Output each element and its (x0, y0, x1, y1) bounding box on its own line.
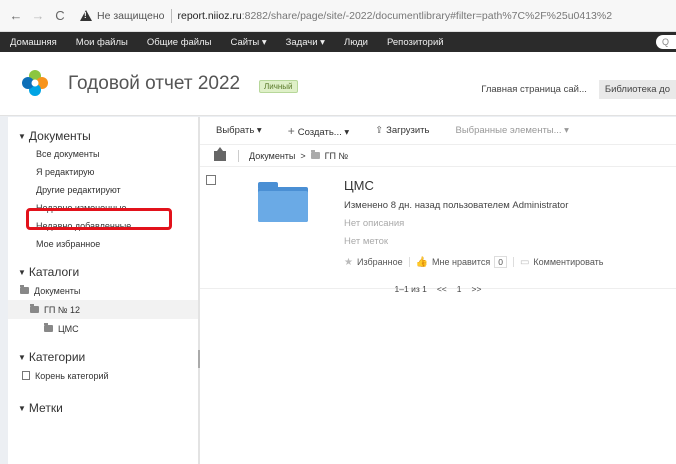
site-navigation: Главная страница сай... Библиотека до (481, 80, 676, 99)
item-modified-info: Изменено 8 дн. назад пользователем Admin… (344, 200, 569, 211)
highlight-box (26, 208, 172, 230)
menu-shared-files[interactable]: Общие файлы (147, 37, 212, 48)
toolbar: Выбрать ▾ + Создать... ▾ ⇪ Загрузить Выбра… (200, 117, 676, 145)
breadcrumb: Документы > ГП № (200, 145, 676, 167)
folder-icon[interactable] (258, 182, 308, 222)
tags-section-header[interactable]: ▼ Метки (18, 401, 198, 415)
catalogs-section-header[interactable]: ▼ Каталоги (18, 265, 198, 279)
item-actions: ★ Избранное 👍 Мне нравится 0 ▭ Комментироват… (344, 256, 603, 268)
item-tags: Нет меток (344, 236, 389, 247)
list-item: ЦМС Изменено 8 дн. назад пользователем A… (200, 167, 676, 289)
category-icon (22, 371, 30, 380)
menu-people[interactable]: Люди (344, 37, 368, 48)
documents-section-header[interactable]: ▼ Документы (18, 129, 198, 143)
category-root[interactable]: Корень категорий (8, 366, 198, 385)
plus-icon: + (287, 123, 295, 138)
filter-favorites[interactable]: Мое избранное (8, 235, 198, 253)
tree-item-gp12[interactable]: ГП № 12 (8, 300, 198, 319)
pagination-range: 1–1 из 1 (394, 284, 427, 294)
menu-home[interactable]: Домашняя (10, 37, 57, 48)
security-text: Не защищено (97, 9, 165, 22)
collapse-icon: ▼ (18, 132, 26, 141)
warning-icon (80, 10, 92, 21)
action-divider (408, 257, 410, 267)
like-count: 0 (494, 256, 507, 268)
folder-icon (20, 285, 29, 294)
document-list-panel: Выбрать ▾ + Создать... ▾ ⇪ Загрузить Выбра… (200, 117, 676, 464)
breadcrumb-current[interactable]: ГП № (325, 151, 349, 161)
item-description: Нет описания (344, 218, 405, 229)
menu-repository[interactable]: Репозиторий (387, 37, 444, 48)
item-checkbox[interactable] (206, 175, 216, 185)
tree-item-documents[interactable]: Документы (8, 281, 198, 300)
site-header: Годовой отчет 2022 Личный Главная страни… (0, 52, 676, 116)
pagination-next[interactable]: >> (472, 284, 482, 294)
sidebar: ▼ Документы Все документы Я редактирую Др… (8, 117, 198, 464)
browser-bar: ← → C Не защищено report.niioz.ru:8282/s… (0, 0, 676, 32)
menu-tasks[interactable]: Задачи ▾ (286, 37, 325, 48)
breadcrumb-divider (238, 149, 239, 162)
parent-folder-icon[interactable] (214, 146, 226, 161)
item-name-link[interactable]: ЦМС (344, 178, 374, 193)
like-button[interactable]: 👍 Мне нравится 0 (416, 256, 507, 268)
upload-icon: ⇪ (375, 125, 384, 136)
app-logo (22, 70, 48, 96)
document-library-link[interactable]: Библиотека до (598, 80, 676, 99)
collapse-icon: ▼ (18, 268, 26, 277)
folder-icon (310, 150, 320, 159)
folder-icon (44, 323, 53, 332)
breadcrumb-root[interactable]: Документы (249, 151, 295, 161)
selected-items-menu[interactable]: Выбранные элементы... ▾ (456, 125, 569, 136)
collapse-icon: ▼ (18, 404, 26, 413)
create-button[interactable]: + Создать... ▾ (288, 124, 349, 138)
thumbs-up-icon: 👍 (415, 256, 429, 268)
favorite-button[interactable]: ★ Избранное (344, 257, 403, 268)
menu-sites[interactable]: Сайты ▾ (230, 37, 266, 48)
url-host: report.niioz.ru (177, 9, 242, 22)
back-icon[interactable]: ← (8, 8, 24, 24)
pagination-prev[interactable]: << (437, 284, 447, 294)
address-bar[interactable]: report.niioz.ru:8282/share/page/site/-20… (178, 10, 613, 22)
categories-section-header[interactable]: ▼ Категории (18, 350, 198, 364)
upload-button[interactable]: ⇪ Загрузить (375, 125, 429, 136)
forward-icon[interactable]: → (30, 8, 46, 24)
star-icon: ★ (344, 256, 353, 268)
folder-icon (30, 304, 39, 313)
collapse-icon: ▼ (18, 353, 26, 362)
breadcrumb-separator: > (300, 150, 306, 161)
select-menu-button[interactable]: Выбрать ▾ (216, 125, 262, 136)
pagination-page[interactable]: 1 (457, 284, 462, 294)
comment-button[interactable]: ▭ Комментировать (520, 257, 604, 268)
filter-all-documents[interactable]: Все документы (8, 145, 198, 163)
app-menu: Домашняя Мои файлы Общие файлы Сайты ▾ З… (0, 32, 676, 52)
reload-icon[interactable]: C (52, 8, 68, 24)
url-divider (170, 8, 172, 23)
security-indicator[interactable]: Не защищено (80, 10, 165, 22)
site-dashboard-link[interactable]: Главная страница сай... (481, 84, 587, 95)
pagination: 1–1 из 1 << 1 >> (200, 284, 676, 294)
tree-item-cms[interactable]: ЦМС (8, 319, 198, 338)
url-path: :8282/share/page/site/-2022/documentlibr… (241, 9, 613, 22)
menu-my-files[interactable]: Мои файлы (76, 37, 128, 48)
filter-editing-me[interactable]: Я редактирую (8, 163, 198, 181)
site-title: Годовой отчет 2022 (68, 73, 241, 94)
filter-editing-others[interactable]: Другие редактируют (8, 181, 198, 199)
comment-icon: ▭ (519, 256, 530, 268)
visibility-badge: Личный (259, 80, 298, 93)
search-input[interactable]: Q (656, 35, 676, 49)
action-divider (512, 257, 514, 267)
